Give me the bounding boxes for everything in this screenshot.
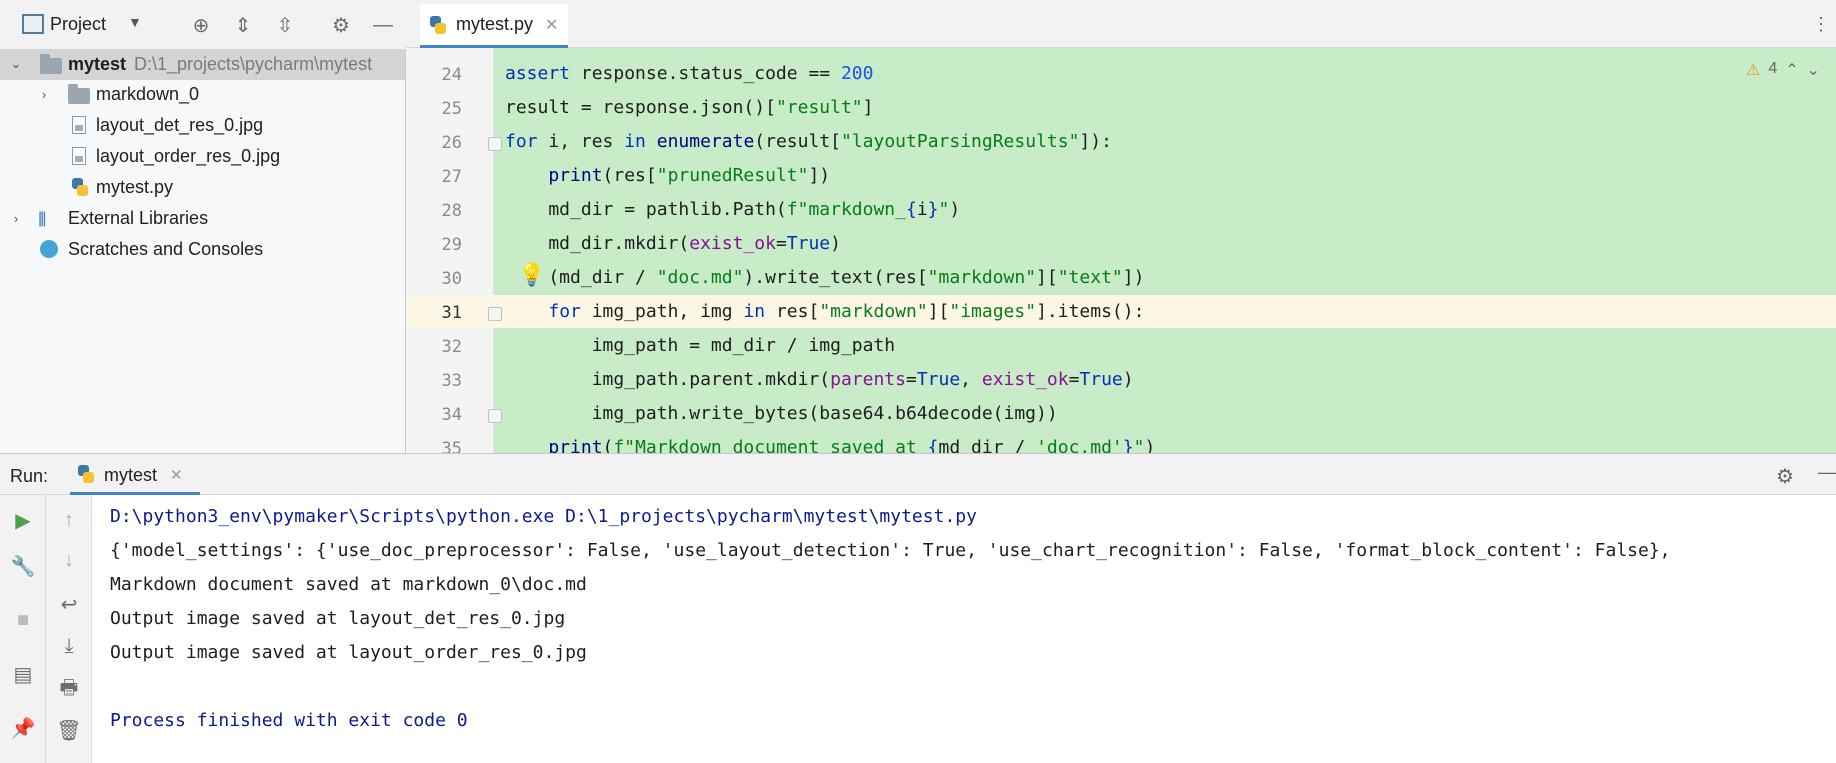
- folder-icon: [68, 84, 90, 104]
- python-file-icon: [78, 465, 94, 483]
- trash-icon[interactable]: 🗑: [56, 717, 82, 743]
- folder-icon: [40, 54, 62, 74]
- line-number: 34: [441, 405, 462, 425]
- tree-item-mytest-py[interactable]: mytest.py: [0, 172, 405, 203]
- fold-marker-icon[interactable]: [488, 409, 502, 423]
- tree-item-layout-order[interactable]: layout_order_res_0.jpg: [0, 141, 405, 172]
- print-icon[interactable]: 🖶: [56, 677, 82, 703]
- code-line: md_dir = pathlib.Path(f"markdown_{i}"): [505, 199, 961, 220]
- code-line: print(res["prunedResult"]): [548, 165, 831, 186]
- line-number: 30: [441, 269, 462, 289]
- more-icon[interactable]: ⋮: [1812, 14, 1830, 35]
- tree-item-scratches[interactable]: Scratches and Consoles: [0, 234, 405, 265]
- chevron-down-icon[interactable]: ⌄: [8, 56, 24, 72]
- console-line: {'model_settings': {'use_doc_preprocesso…: [110, 540, 1671, 561]
- code-line: (md_dir / "doc.md").write_text(res["mark…: [505, 267, 1145, 288]
- fold-marker-icon[interactable]: [488, 137, 502, 151]
- close-icon[interactable]: ✕: [170, 466, 183, 484]
- code-line: img_path.write_bytes(base64.b64decode(im…: [505, 403, 1058, 424]
- expand-all-icon[interactable]: ⇕: [230, 12, 256, 38]
- root-name: mytest: [68, 54, 127, 74]
- warnings-count: 4: [1768, 60, 1778, 77]
- project-view-icon: [22, 14, 44, 34]
- tree-item-label: mytest.py: [96, 177, 174, 197]
- project-panel-header: Project ▼ ⊕ ⇕ ⇳ ⚙ —: [0, 0, 406, 50]
- layout-icon[interactable]: ▤: [10, 661, 36, 687]
- run-tab-label: mytest: [104, 465, 158, 485]
- library-icon: |||: [38, 210, 47, 227]
- stop-icon[interactable]: ■: [10, 607, 36, 633]
- pin-icon[interactable]: 📌: [10, 715, 36, 741]
- close-icon[interactable]: ✕: [545, 15, 558, 35]
- tree-item-label: Scratches and Consoles: [68, 239, 264, 259]
- tree-item-layout-det[interactable]: layout_det_res_0.jpg: [0, 110, 405, 141]
- code-line: assert response.status_code == 200: [505, 63, 874, 84]
- run-toolbar-primary: ▶ 🔧 ■ ▤ 📌: [0, 495, 46, 763]
- line-number: 26: [441, 133, 462, 153]
- chevron-up-icon[interactable]: ⌃: [1785, 60, 1798, 80]
- inspection-widget[interactable]: ⚠ 4 ⌃ ⌄: [1746, 60, 1820, 80]
- hide-icon[interactable]: —: [370, 12, 396, 38]
- tree-root-mytest[interactable]: ⌄ mytest D:\1_projects\pycharm\mytest: [0, 49, 405, 80]
- console-line: Process finished with exit code 0: [110, 710, 468, 731]
- run-panel-header: Run:: [0, 453, 1836, 495]
- image-file-icon: [72, 116, 86, 134]
- play-icon[interactable]: ▶: [10, 507, 36, 533]
- root-path: D:\1_projects\pycharm\mytest: [134, 54, 373, 74]
- arrow-down-icon[interactable]: ↓: [56, 547, 82, 573]
- line-number: 24: [441, 65, 462, 85]
- wrench-icon[interactable]: 🔧: [10, 553, 36, 579]
- code-line: img_path.parent.mkdir(parents=True, exis…: [505, 369, 1134, 390]
- console-line: Output image saved at layout_order_res_0…: [110, 642, 587, 663]
- tree-item-label: External Libraries: [68, 208, 209, 228]
- editor-tab-bar: [406, 0, 1836, 48]
- tree-item-label: markdown_0: [96, 84, 200, 104]
- tree-item-label: layout_order_res_0.jpg: [96, 146, 281, 166]
- line-number: 28: [441, 201, 462, 221]
- tree-item-external-libraries[interactable]: › ||| External Libraries: [0, 203, 405, 234]
- code-line: for img_path, img in res["markdown"]["im…: [548, 301, 1145, 322]
- gear-icon[interactable]: ⚙: [328, 12, 354, 38]
- code-line: md_dir.mkdir(exist_ok=True): [505, 233, 841, 254]
- line-number: 27: [441, 167, 462, 187]
- scratches-icon: [40, 240, 58, 258]
- code-line: img_path = md_dir / img_path: [505, 335, 896, 356]
- hide-icon[interactable]: —: [1818, 462, 1836, 483]
- chevron-right-icon[interactable]: ›: [36, 86, 52, 102]
- line-number: 33: [441, 371, 462, 391]
- run-label: Run:: [10, 466, 49, 486]
- line-number: 31: [441, 303, 462, 323]
- project-title[interactable]: Project: [50, 14, 106, 35]
- locate-icon[interactable]: ⊕: [188, 12, 214, 38]
- python-file-icon: [72, 178, 88, 196]
- scroll-to-end-icon[interactable]: ⤓: [56, 633, 82, 659]
- console-line: Output image saved at layout_det_res_0.j…: [110, 608, 566, 629]
- code-line: result = response.json()["result"]: [505, 97, 874, 118]
- soft-wrap-icon[interactable]: ↩: [56, 591, 82, 617]
- python-file-icon: [430, 15, 446, 34]
- warning-icon: ⚠: [1746, 62, 1761, 79]
- run-tab-mytest[interactable]: mytest ✕: [70, 453, 200, 495]
- line-number: 29: [441, 235, 462, 255]
- image-file-icon: [72, 147, 86, 165]
- tab-label: mytest.py: [456, 14, 534, 34]
- chevron-right-icon[interactable]: ›: [8, 210, 24, 226]
- chevron-down-icon[interactable]: ⌄: [1807, 60, 1820, 80]
- tab-mytest-py[interactable]: mytest.py ✕: [420, 4, 568, 48]
- run-toolbar-secondary: ↑ ↓ ↩ ⤓ 🖶 🗑: [46, 495, 92, 763]
- collapse-all-icon[interactable]: ⇳: [272, 12, 298, 38]
- console-line: Markdown document saved at markdown_0\do…: [110, 574, 587, 595]
- line-number: 32: [441, 337, 462, 357]
- fold-marker-icon[interactable]: [488, 307, 502, 321]
- line-number: 25: [441, 99, 462, 119]
- code-line: for i, res in enumerate(result["layoutPa…: [505, 131, 1112, 152]
- tree-item-markdown-0[interactable]: › markdown_0: [0, 79, 405, 110]
- gear-icon[interactable]: ⚙: [1776, 464, 1794, 489]
- arrow-up-icon[interactable]: ↑: [56, 507, 82, 533]
- console-line: D:\python3_env\pymaker\Scripts\python.ex…: [110, 506, 977, 527]
- tree-item-label: layout_det_res_0.jpg: [96, 115, 264, 135]
- chevron-down-icon[interactable]: ▼: [128, 14, 142, 30]
